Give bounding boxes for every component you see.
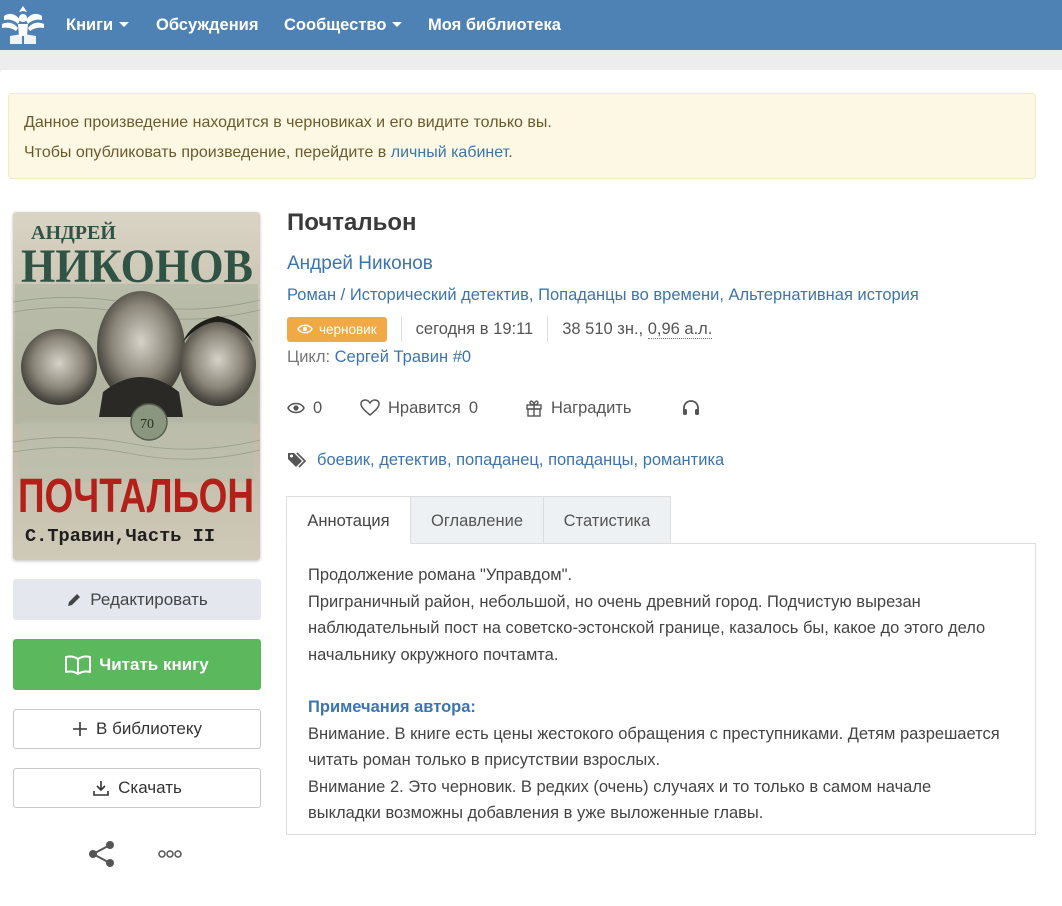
tab-statistics[interactable]: Статистика <box>543 496 671 544</box>
genres-list: Роман / Исторический детектив, Попаданцы… <box>287 286 919 304</box>
edit-button-label: Редактировать <box>90 589 208 609</box>
nav-books-label: Книги <box>66 16 114 34</box>
read-book-button[interactable]: Читать книгу <box>13 639 261 690</box>
tag-link[interactable]: романтика <box>643 451 725 469</box>
book-meta: черновик сегодня в 19:11 38 510 зн., 0,9… <box>287 316 713 342</box>
book-size: 38 510 зн., 0,96 а.л. <box>562 319 713 339</box>
updated-time: сегодня в 19:11 <box>415 319 534 338</box>
alert-hint-text: Чтобы опубликовать произведение, перейди… <box>24 144 391 161</box>
draft-badge-label: черновик <box>319 321 377 337</box>
book-page-card: Данное произведение находится в черновик… <box>0 70 1062 906</box>
genre-link[interactable]: Альтернативная история <box>729 286 919 304</box>
views-count: 0 <box>313 398 323 417</box>
chevron-down-icon <box>392 22 403 27</box>
reward-button[interactable]: Наградить <box>525 396 631 420</box>
annotation-text: Продолжение романа "Управдом". Пригранич… <box>308 562 1008 827</box>
edit-button[interactable]: Редактировать <box>13 579 261 620</box>
book-size-al: 0,96 а.л. <box>647 319 713 339</box>
alert-publish-hint: Чтобы опубликовать произведение, перейди… <box>24 144 513 162</box>
annotation-paragraph: Приграничный район, небольшой, но очень … <box>308 592 986 664</box>
annotation-paragraph: Продолжение романа "Управдом". <box>308 566 573 584</box>
more-options-icon[interactable] <box>156 846 184 862</box>
tags-icon <box>288 452 307 468</box>
draft-badge: черновик <box>287 316 387 342</box>
views-stat: 0 <box>287 396 322 420</box>
like-label: Нравится <box>388 398 461 417</box>
top-navbar: Книги Обсуждения Сообщество Моя библиоте… <box>0 0 1062 50</box>
nav-community-label: Сообщество <box>284 16 387 34</box>
author-notes-heading: Примечания автора: <box>308 698 476 716</box>
download-label: Скачать <box>118 778 182 797</box>
personal-cabinet-link[interactable]: личный кабинет <box>391 144 508 161</box>
author-note: Внимание. В книге есть цены жестокого об… <box>308 724 1000 770</box>
alert-text: Данное произведение находится в черновик… <box>24 114 552 131</box>
cycle-label: Цикл: <box>287 348 335 366</box>
add-to-library-button[interactable]: В библиотеку <box>13 709 261 749</box>
gift-icon <box>526 400 542 417</box>
book-size-chars: 38 510 зн., <box>562 319 648 338</box>
nav-community[interactable]: Сообщество <box>284 0 403 50</box>
nav-my-library[interactable]: Моя библиотека <box>428 0 561 50</box>
author-link[interactable]: Андрей Никонов <box>287 253 433 275</box>
nav-discussions[interactable]: Обсуждения <box>156 0 258 50</box>
alert-hint-period: . <box>508 144 513 161</box>
nav-my-library-label: Моя библиотека <box>428 16 561 34</box>
cover-title: ПОЧТАЛЬОН <box>18 470 254 523</box>
tag-link[interactable]: детектив <box>379 451 447 469</box>
tag-link[interactable]: попаданец <box>456 451 539 469</box>
draft-alert: Данное произведение находится в черновик… <box>8 93 1036 179</box>
audio-button[interactable] <box>681 396 701 420</box>
cycle-link[interactable]: Сергей Травин #0 <box>335 348 471 366</box>
headphones-icon <box>683 400 699 415</box>
reward-label: Наградить <box>551 398 632 417</box>
tag-link[interactable]: боевик <box>317 451 370 469</box>
cover-stamp-value: 70 <box>140 417 154 432</box>
cycle-info: Цикл: Сергей Травин #0 <box>287 348 471 367</box>
like-button[interactable]: Нравится 0 <box>360 396 478 420</box>
book-title: Почтальон <box>287 209 417 236</box>
nav-books[interactable]: Книги <box>66 0 130 50</box>
download-icon <box>93 781 109 796</box>
read-book-label: Читать книгу <box>99 654 209 674</box>
tab-annotation[interactable]: Аннотация <box>286 496 411 544</box>
tag-link[interactable]: попаданцы <box>548 451 633 469</box>
tags-row: боевик, детектив, попаданец, попаданцы, … <box>287 448 724 472</box>
pencil-icon <box>68 593 81 606</box>
share-icon[interactable] <box>88 840 116 868</box>
cover-subtitle: С.Травин,Часть II <box>25 527 215 547</box>
likes-count: 0 <box>468 398 478 417</box>
annotation-panel: Продолжение романа "Управдом". Пригранич… <box>286 543 1036 835</box>
book-cover-image: АНДРЕЙ НИКОНОВ 70 ПОЧТАЛЬОН С.Травин,Час… <box>13 212 260 560</box>
tags-list: боевик, детектив, попаданец, попаданцы, … <box>317 450 725 469</box>
site-logo-icon[interactable] <box>0 2 46 48</box>
nav-discussions-label: Обсуждения <box>156 16 259 34</box>
download-button[interactable]: Скачать <box>13 768 261 808</box>
genre-form-link[interactable]: Роман <box>287 286 336 304</box>
author-note: Внимание 2. Это черновик. В редких (очен… <box>308 777 932 823</box>
tab-contents[interactable]: Оглавление <box>410 496 544 544</box>
add-to-library-label: В библиотеку <box>96 719 202 738</box>
heart-icon <box>360 399 380 416</box>
plus-icon <box>73 722 88 736</box>
eye-icon <box>297 324 313 334</box>
book-cover[interactable]: АНДРЕЙ НИКОНОВ 70 ПОЧТАЛЬОН С.Травин,Час… <box>13 212 260 560</box>
open-book-icon <box>65 654 92 675</box>
chevron-down-icon <box>119 22 130 27</box>
cover-author-name: НИКОНОВ <box>21 240 253 293</box>
genre-link[interactable]: Исторический детектив <box>350 286 529 304</box>
genre-link[interactable]: Попаданцы во времени <box>538 286 719 304</box>
eye-icon <box>287 402 305 414</box>
